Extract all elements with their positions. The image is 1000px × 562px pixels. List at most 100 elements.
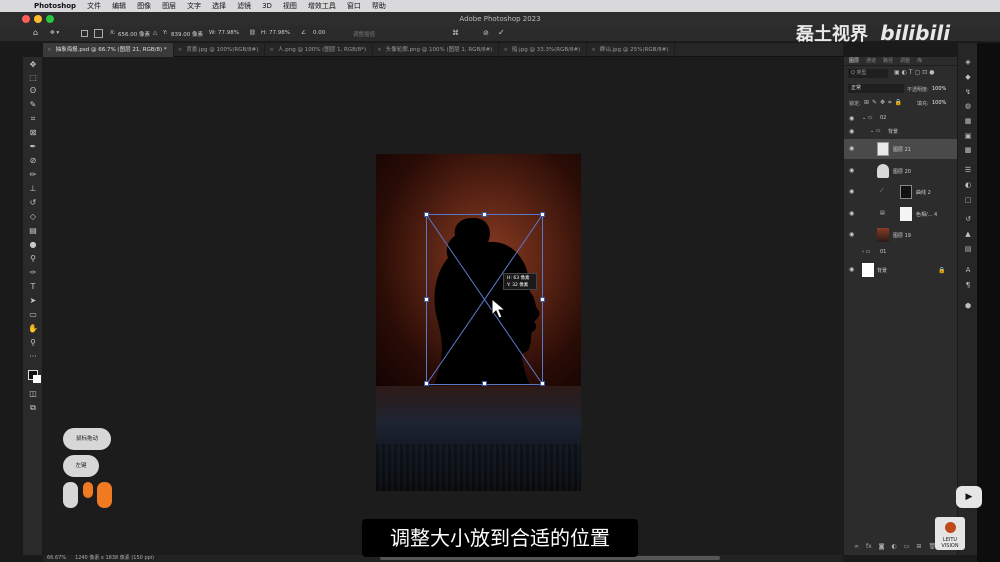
clone-stamp-tool-icon[interactable]: ⊥: [28, 184, 38, 194]
close-tab-icon[interactable]: ×: [269, 47, 274, 53]
expand-chevron-icon[interactable]: ⌄ ▭: [862, 115, 873, 121]
eyedropper-tool-icon[interactable]: ✒: [28, 142, 38, 152]
fill-input[interactable]: 100%: [932, 100, 946, 106]
gradients-icon[interactable]: ▣: [963, 131, 973, 141]
transform-handle-top-left[interactable]: [424, 212, 429, 217]
blend-mode-select[interactable]: 正常: [848, 84, 904, 93]
new-layer-icon[interactable]: ⊞: [916, 543, 921, 553]
menu-type[interactable]: 文字: [187, 1, 201, 11]
paths-icon[interactable]: ↯: [963, 87, 973, 97]
close-tab-icon[interactable]: ×: [503, 47, 508, 53]
healing-brush-tool-icon[interactable]: ⊘: [28, 156, 38, 166]
properties-icon[interactable]: ☰: [963, 165, 973, 175]
folder-icon[interactable]: ▭: [904, 543, 910, 553]
close-tab-icon[interactable]: ×: [591, 47, 596, 53]
character-icon[interactable]: A: [963, 265, 973, 275]
layer-group-background[interactable]: ◉ ⌄ ▭ 背景: [844, 125, 958, 137]
channels-icon[interactable]: ◆: [963, 72, 973, 82]
color-icon[interactable]: ◍: [963, 101, 973, 111]
height-input[interactable]: 77.98%: [269, 30, 290, 36]
tab-poster[interactable]: × 抽象海报.psd @ 66.7% (图层 21, RGB/8) *: [43, 43, 174, 57]
tab-head-outline[interactable]: × 头像轮廓.png @ 100% (图层 1, RGB/8#): [373, 43, 500, 57]
close-tab-icon[interactable]: ×: [47, 47, 52, 53]
transform-handle-bottom-right[interactable]: [540, 381, 545, 386]
layer-background[interactable]: ◉ 背景 🔒: [844, 260, 958, 280]
commit-transform-button[interactable]: ✓: [498, 28, 505, 37]
crop-tool-icon[interactable]: ⌗: [28, 114, 38, 124]
layer-20[interactable]: ◉ 图层 20: [844, 161, 958, 181]
x-input[interactable]: 656.00 像素: [118, 30, 150, 38]
transform-handle-right[interactable]: [540, 297, 545, 302]
zoom-window-button[interactable]: [46, 15, 54, 23]
3d-icon[interactable]: ⬢: [963, 301, 973, 311]
menu-filter[interactable]: 滤镜: [237, 1, 251, 11]
angle-input[interactable]: 0.00: [313, 30, 325, 36]
actions-icon[interactable]: ▲: [963, 229, 973, 239]
swatches-icon[interactable]: ▦: [963, 116, 973, 126]
menu-select[interactable]: 选择: [212, 1, 226, 11]
adjustments-icon[interactable]: ◐: [963, 180, 973, 190]
move-tool-icon[interactable]: ✥: [28, 60, 38, 70]
more-tools-icon[interactable]: ···: [28, 352, 38, 362]
frame-tool-icon[interactable]: ⊠: [28, 128, 38, 138]
link-icon[interactable]: ∞: [854, 543, 859, 553]
layer-21[interactable]: ◉ 图层 21: [844, 139, 958, 159]
visibility-eye-icon[interactable]: ◉: [849, 210, 854, 217]
tab-mountains-jpg[interactable]: × 群山.jpg @ 25%(RGB/8#): [587, 43, 676, 57]
libraries-icon[interactable]: ▢: [963, 195, 973, 205]
dodge-tool-icon[interactable]: ⚲: [28, 254, 38, 264]
visibility-eye-icon[interactable]: ◉: [849, 188, 854, 195]
blur-tool-icon[interactable]: ●: [28, 240, 38, 250]
transform-handle-left[interactable]: [424, 297, 429, 302]
cancel-transform-button[interactable]: ⊘: [483, 29, 489, 37]
menu-plugins[interactable]: 增效工具: [308, 1, 336, 11]
type-tool-icon[interactable]: T: [28, 282, 38, 292]
close-tab-icon[interactable]: ×: [377, 47, 382, 53]
free-transform-box[interactable]: [424, 212, 545, 386]
reference-point-checkbox[interactable]: [81, 30, 88, 37]
pen-tool-icon[interactable]: ✑: [28, 268, 38, 278]
play-icon[interactable]: ▶: [956, 486, 982, 508]
eraser-tool-icon[interactable]: ◇: [28, 212, 38, 222]
brush-tool-icon[interactable]: ✏: [28, 170, 38, 180]
visibility-eye-icon[interactable]: ◉: [849, 115, 854, 122]
close-tab-icon[interactable]: ×: [178, 47, 183, 53]
menu-help[interactable]: 帮助: [372, 1, 386, 11]
expand-chevron-icon[interactable]: › ▭: [862, 249, 870, 255]
layer-group-02[interactable]: ◉ ⌄ ▭ 02: [844, 112, 958, 124]
layer-curves-2[interactable]: ◉ ⟋ 曲线 2: [844, 182, 958, 202]
zoom-tool-icon[interactable]: ⚲: [28, 338, 38, 348]
visibility-eye-icon[interactable]: ◉: [849, 128, 854, 135]
hand-tool-icon[interactable]: ✋: [28, 324, 38, 334]
quick-select-tool-icon[interactable]: ✎: [28, 100, 38, 110]
width-input[interactable]: 77.98%: [218, 30, 239, 36]
menu-window[interactable]: 窗口: [347, 1, 361, 11]
transform-handle-bottom-left[interactable]: [424, 381, 429, 386]
menu-image[interactable]: 图像: [137, 1, 151, 11]
lock-icons[interactable]: ⊞✎✥⌗🔒: [864, 99, 905, 107]
gradient-tool-icon[interactable]: ▤: [28, 226, 38, 236]
reference-point-grid-icon[interactable]: [94, 29, 103, 38]
opacity-input[interactable]: 100%: [932, 86, 946, 92]
visibility-eye-icon[interactable]: ◉: [849, 145, 854, 152]
menu-3d[interactable]: 3D: [262, 2, 272, 10]
mask-icon[interactable]: ◙: [879, 543, 885, 553]
minimize-window-button[interactable]: [34, 15, 42, 23]
warp-mode-icon[interactable]: ⌘: [452, 29, 459, 37]
shape-tool-icon[interactable]: ▭: [28, 310, 38, 320]
menu-file[interactable]: 文件: [87, 1, 101, 11]
menu-app-name[interactable]: Photoshop: [34, 2, 76, 10]
menu-edit[interactable]: 编辑: [112, 1, 126, 11]
close-window-button[interactable]: [22, 15, 30, 23]
adjustment-icon[interactable]: ◐: [892, 543, 897, 553]
move-tool-preset-icon[interactable]: ✥ ▾: [50, 30, 59, 36]
visibility-eye-icon[interactable]: ◉: [849, 231, 854, 238]
layers-icon[interactable]: ◈: [963, 57, 973, 67]
visibility-eye-icon[interactable]: ◉: [849, 167, 854, 174]
link-proportions-icon[interactable]: ⛓: [249, 30, 256, 36]
relative-position-icon[interactable]: △: [153, 30, 157, 36]
menu-layer[interactable]: 图层: [162, 1, 176, 11]
fx-icon[interactable]: fx: [866, 543, 872, 553]
screen-mode-icon[interactable]: ⧉: [28, 403, 38, 413]
filter-icons[interactable]: ▣◐T▢⊡●: [894, 69, 937, 76]
